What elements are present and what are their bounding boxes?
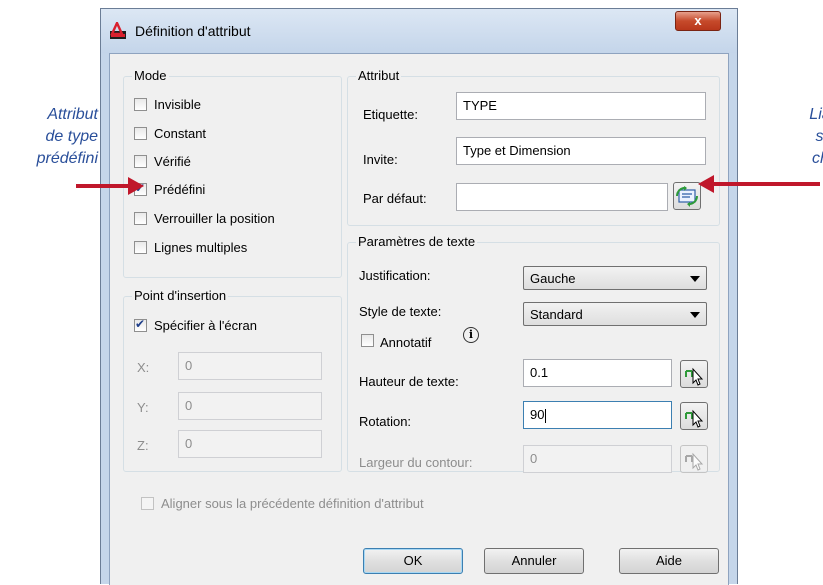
- info-icon[interactable]: i: [463, 327, 479, 343]
- annotation-right-line: champ: [811, 150, 823, 167]
- annotative-checkbox[interactable]: [361, 334, 374, 347]
- justification-value: Gauche: [530, 271, 576, 286]
- close-button[interactable]: x: [675, 11, 721, 31]
- verified-label[interactable]: Vérifié: [154, 154, 191, 169]
- annotation-left: Attribut de type prédéfini: [6, 104, 98, 170]
- pick-point-icon: [685, 367, 704, 386]
- attribute-legend: Attribut: [356, 68, 402, 83]
- annotation-left-line: Attribut: [47, 106, 98, 123]
- constant-label[interactable]: Constant: [154, 126, 206, 141]
- annotation-arrowhead-right: [698, 175, 714, 193]
- prompt-label: Invite:: [363, 152, 398, 167]
- default-label: Par défaut:: [363, 191, 427, 206]
- default-input[interactable]: [456, 183, 668, 211]
- rotation-label: Rotation:: [359, 414, 412, 429]
- annotation-left-line: prédéfini: [36, 150, 98, 167]
- y-label: Y:: [137, 400, 149, 415]
- preset-label[interactable]: Prédéfini: [154, 182, 205, 197]
- annotation-arrow-left: [76, 184, 130, 188]
- pick-point-icon: [685, 409, 704, 428]
- ok-button[interactable]: OK: [363, 548, 463, 574]
- text-height-pick-button[interactable]: [680, 360, 708, 388]
- boundary-width-pick-button[interactable]: [680, 445, 708, 473]
- specify-on-screen-label[interactable]: Spécifier à l'écran: [154, 318, 257, 333]
- annotative-label[interactable]: Annotatif: [380, 335, 431, 350]
- invisible-label[interactable]: Invisible: [154, 97, 201, 112]
- lock-position-checkbox[interactable]: [134, 212, 147, 225]
- align-below-label[interactable]: Aligner sous la précédente définition d'…: [161, 496, 424, 511]
- tag-label: Etiquette:: [363, 107, 418, 122]
- insert-field-button[interactable]: [673, 182, 701, 210]
- rotation-value: 90: [530, 407, 545, 422]
- constant-checkbox[interactable]: [134, 127, 147, 140]
- specify-on-screen-checkbox[interactable]: [134, 317, 147, 332]
- mode-legend: Mode: [132, 68, 169, 83]
- text-style-value: Standard: [530, 307, 583, 322]
- chevron-down-icon: [690, 276, 700, 282]
- z-coordinate-field[interactable]: 0: [178, 430, 322, 458]
- align-below-checkbox[interactable]: [141, 497, 154, 510]
- prompt-input[interactable]: Type et Dimension: [456, 137, 706, 165]
- invisible-checkbox[interactable]: [134, 98, 147, 111]
- annotation-right-line: sur un: [815, 128, 823, 145]
- help-button[interactable]: Aide: [619, 548, 719, 574]
- text-caret: [545, 408, 547, 423]
- annotation-arrowhead-left: [128, 177, 144, 195]
- y-coordinate-field[interactable]: 0: [178, 392, 322, 420]
- rotation-input[interactable]: 90: [523, 401, 672, 429]
- autocad-icon: [110, 22, 126, 39]
- text-settings-legend: Paramètres de texte: [356, 234, 478, 249]
- text-height-input[interactable]: 0.1: [523, 359, 672, 387]
- annotation-arrow-right: [712, 182, 820, 186]
- z-label: Z:: [137, 438, 149, 453]
- text-height-label: Hauteur de texte:: [359, 374, 459, 389]
- multiple-lines-label[interactable]: Lignes multiples: [154, 240, 247, 255]
- annotation-right: Liaison sur un champ: [760, 104, 823, 170]
- x-label: X:: [137, 360, 150, 375]
- rotation-pick-button[interactable]: [680, 402, 708, 430]
- dialog-body: Mode Invisible Constant Vérifié Prédéfin…: [109, 53, 729, 585]
- tag-input[interactable]: TYPE: [456, 92, 706, 120]
- x-coordinate-field[interactable]: 0: [178, 352, 322, 380]
- pick-point-icon: [685, 452, 704, 471]
- title-bar[interactable]: Définition d'attribut x: [101, 9, 737, 53]
- justification-label: Justification:: [359, 268, 431, 283]
- chevron-down-icon: [690, 312, 700, 318]
- annotation-left-line: de type: [45, 128, 98, 145]
- boundary-width-label: Largeur du contour:: [359, 455, 473, 470]
- attribute-definition-dialog: Définition d'attribut x Mode Invisible C…: [100, 8, 738, 585]
- text-style-label: Style de texte:: [359, 304, 442, 319]
- annotation-right-line: Liaison: [809, 106, 823, 123]
- boundary-width-input[interactable]: 0: [523, 445, 672, 473]
- justification-select[interactable]: Gauche: [523, 266, 707, 290]
- insertion-point-legend: Point d'insertion: [132, 288, 229, 303]
- multiple-lines-checkbox[interactable]: [134, 241, 147, 254]
- cancel-button[interactable]: Annuler: [484, 548, 584, 574]
- text-style-select[interactable]: Standard: [523, 302, 707, 326]
- window-title: Définition d'attribut: [135, 23, 251, 39]
- insert-field-icon: [675, 186, 699, 207]
- verified-checkbox[interactable]: [134, 155, 147, 168]
- lock-position-label[interactable]: Verrouiller la position: [154, 211, 275, 226]
